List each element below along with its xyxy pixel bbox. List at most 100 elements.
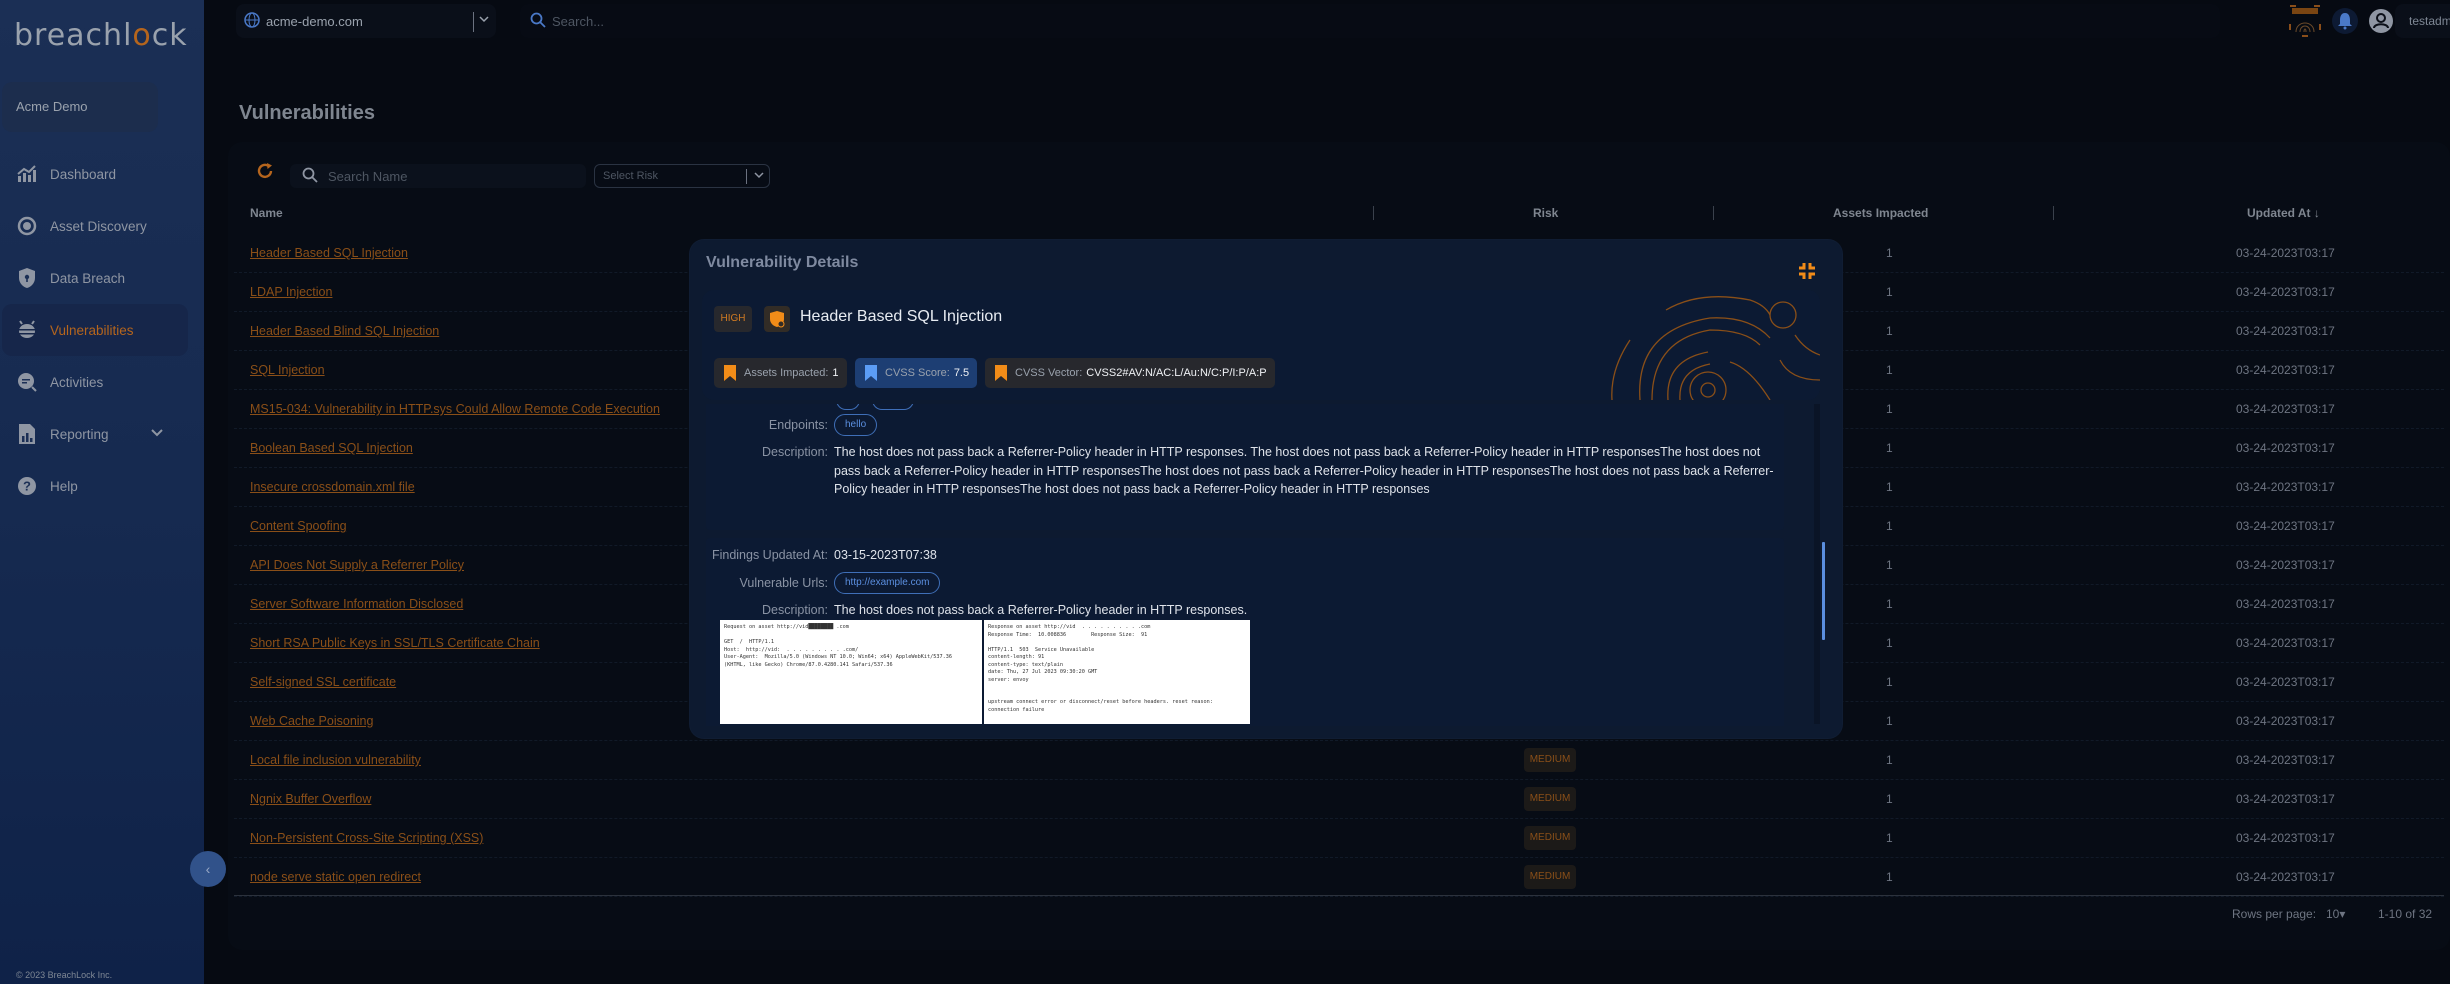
bug-icon: [16, 319, 38, 341]
vulnerability-name-link[interactable]: Web Cache Poisoning: [250, 714, 373, 728]
assets-impacted-value: 1: [1886, 558, 1893, 572]
table-row[interactable]: Ngnix Buffer Overflow MEDIUM 1 03-24-2023T0…: [234, 780, 2444, 819]
bookmark-icon: [995, 365, 1007, 381]
updated-at-value: 03-24-2023T03:17: [2236, 792, 2335, 806]
select-risk-dropdown[interactable]: Select Risk: [594, 164, 770, 188]
header-actions: [2288, 4, 2394, 43]
table-row[interactable]: Local file inclusion vulnerability MEDIUM…: [234, 741, 2444, 780]
vulnerability-name-link[interactable]: Short RSA Public Keys in SSL/TLS Certifi…: [250, 636, 540, 650]
request-screenshot[interactable]: Request on asset http://vid████████ .com…: [720, 620, 982, 724]
modal-scrollbar-track[interactable]: [1814, 404, 1820, 724]
column-header-assets-impacted[interactable]: Assets Impacted: [1833, 206, 1928, 220]
domain-selector[interactable]: acme-demo.com: [236, 4, 496, 38]
user-menu[interactable]: testadm: [2395, 4, 2450, 38]
column-header-name[interactable]: Name: [250, 206, 283, 220]
endpoint-pill[interactable]: hello: [834, 414, 878, 436]
collapse-modal-icon[interactable]: [1796, 260, 1818, 287]
sidebar-item-label: Reporting: [50, 426, 109, 442]
rows-per-page-label: Rows per page:: [2232, 907, 2317, 921]
bookmark-icon: [865, 365, 877, 381]
chevron-down-icon[interactable]: [754, 170, 764, 183]
scan-fingerprint-icon[interactable]: [2288, 4, 2322, 43]
assets-impacted-value: 1: [1886, 675, 1893, 689]
risk-badge: MEDIUM: [1524, 826, 1576, 850]
rows-per-page-select[interactable]: 10▾: [2326, 907, 2345, 921]
vulnerability-name-link[interactable]: node serve static open redirect: [250, 870, 421, 884]
sidebar-item-reporting[interactable]: Reporting: [0, 408, 204, 460]
vulnerability-name-link[interactable]: Header Based Blind SQL Injection: [250, 324, 439, 338]
vulnerability-name-link[interactable]: Header Based SQL Injection: [250, 246, 408, 260]
vulnerability-name-link[interactable]: Boolean Based SQL Injection: [250, 441, 413, 455]
column-header-risk[interactable]: Risk: [1533, 206, 1558, 220]
risk-badge: MEDIUM: [1524, 748, 1576, 772]
user-avatar-icon[interactable]: [2368, 8, 2394, 39]
assets-impacted-value: 1: [1886, 831, 1893, 845]
sidebar-item-label: Dashboard: [50, 166, 117, 182]
vulnerability-name-link[interactable]: API Does Not Supply a Referrer Policy: [250, 558, 464, 572]
assets-impacted-value: 1: [1886, 714, 1893, 728]
risk-badge: MEDIUM: [1524, 787, 1576, 811]
sidebar-item-data-breach[interactable]: Data Breach: [0, 252, 204, 304]
assets-impacted-value: 1: [1886, 792, 1893, 806]
vulnerability-header-card: HIGH Header Based SQL Injection Assets I…: [702, 290, 1820, 400]
copyright: © 2023 BreachLock Inc.: [16, 970, 113, 980]
table-row[interactable]: node serve static open redirect MEDIUM 1 03…: [234, 858, 2444, 897]
vulnerability-name-link[interactable]: Insecure crossdomain.xml file: [250, 480, 415, 494]
global-search-input[interactable]: Search...: [520, 4, 2220, 38]
bookmark-icon: [724, 365, 736, 381]
search-icon: [530, 12, 546, 31]
vulnerability-name: Header Based SQL Injection: [800, 308, 1003, 325]
vulnerability-name-link[interactable]: LDAP Injection: [250, 285, 332, 299]
chevron-down-icon[interactable]: [478, 13, 490, 28]
assets-impacted-chip: Assets Impacted: 1: [714, 358, 847, 388]
vulnerable-url-pill[interactable]: http://example.com: [834, 572, 941, 594]
updated-at-value: 03-24-2023T03:17: [2236, 870, 2335, 884]
chevron-down-icon[interactable]: [150, 426, 164, 441]
sidebar-item-activities[interactable]: Activities: [0, 356, 204, 408]
updated-at-value: 03-24-2023T03:17: [2236, 402, 2335, 416]
updated-at-value: 03-24-2023T03:17: [2236, 441, 2335, 455]
search-icon: [302, 167, 318, 186]
description-label: Description:: [762, 603, 828, 617]
chevron-left-icon: ‹: [205, 861, 211, 877]
globe-icon: [244, 11, 260, 31]
domain-value: acme-demo.com: [266, 13, 363, 29]
table-row[interactable]: Non-Persistent Cross-Site Scripting (XSS…: [234, 819, 2444, 858]
vulnerability-name-link[interactable]: Non-Persistent Cross-Site Scripting (XSS…: [250, 831, 483, 845]
sidebar-item-help[interactable]: ? Help: [0, 460, 204, 512]
vulnerability-name-link[interactable]: Ngnix Buffer Overflow: [250, 792, 371, 806]
updated-at-value: 03-24-2023T03:17: [2236, 597, 2335, 611]
sidebar-item-dashboard[interactable]: Dashboard: [0, 148, 204, 200]
updated-at-value: 03-24-2023T03:17: [2236, 753, 2335, 767]
column-header-updated-at[interactable]: Updated At ↓: [2247, 206, 2320, 220]
severity-badge: HIGH: [714, 306, 752, 332]
response-screenshot[interactable]: Response on asset http://vid . . . . . .…: [984, 620, 1250, 724]
shield-lock-icon: [16, 267, 38, 289]
vulnerability-name-link[interactable]: Local file inclusion vulnerability: [250, 753, 421, 767]
sidebar-item-vulnerabilities[interactable]: Vulnerabilities: [2, 304, 188, 356]
vulnerability-name-link[interactable]: Self-signed SSL certificate: [250, 675, 396, 689]
vulnerability-name-link[interactable]: Content Spoofing: [250, 519, 347, 533]
description-label: Description:: [762, 445, 828, 459]
search-name-input[interactable]: Search Name: [290, 164, 586, 188]
breachlock-logo[interactable]: breachlock: [14, 18, 188, 53]
modal-scrollbar-thumb[interactable]: [1822, 542, 1825, 640]
modal-title: Vulnerability Details: [706, 254, 859, 271]
sidebar-item-label: Activities: [50, 374, 104, 390]
sidebar-item-asset-discovery[interactable]: Asset Discovery: [0, 200, 204, 252]
refresh-icon[interactable]: [256, 162, 274, 185]
vulnerability-name-link[interactable]: Server Software Information Disclosed: [250, 597, 463, 611]
svg-text:?: ?: [23, 479, 31, 494]
assets-impacted-value: 1: [1886, 441, 1893, 455]
updated-at-value: 03-24-2023T03:17: [2236, 675, 2335, 689]
updated-at-value: 03-24-2023T03:17: [2236, 480, 2335, 494]
vulnerability-name-link[interactable]: SQL Injection: [250, 363, 325, 377]
assets-impacted-value: 1: [1886, 480, 1893, 494]
org-selector[interactable]: Acme Demo: [2, 82, 158, 132]
search-placeholder: Search...: [552, 13, 605, 29]
report-icon: [16, 423, 38, 445]
assets-impacted-value: 1: [1886, 363, 1893, 377]
collapse-sidebar-button[interactable]: ‹: [190, 851, 226, 887]
notifications-bell-icon[interactable]: [2332, 8, 2358, 39]
vulnerability-name-link[interactable]: MS15-034: Vulnerability in HTTP.sys Coul…: [250, 402, 660, 416]
